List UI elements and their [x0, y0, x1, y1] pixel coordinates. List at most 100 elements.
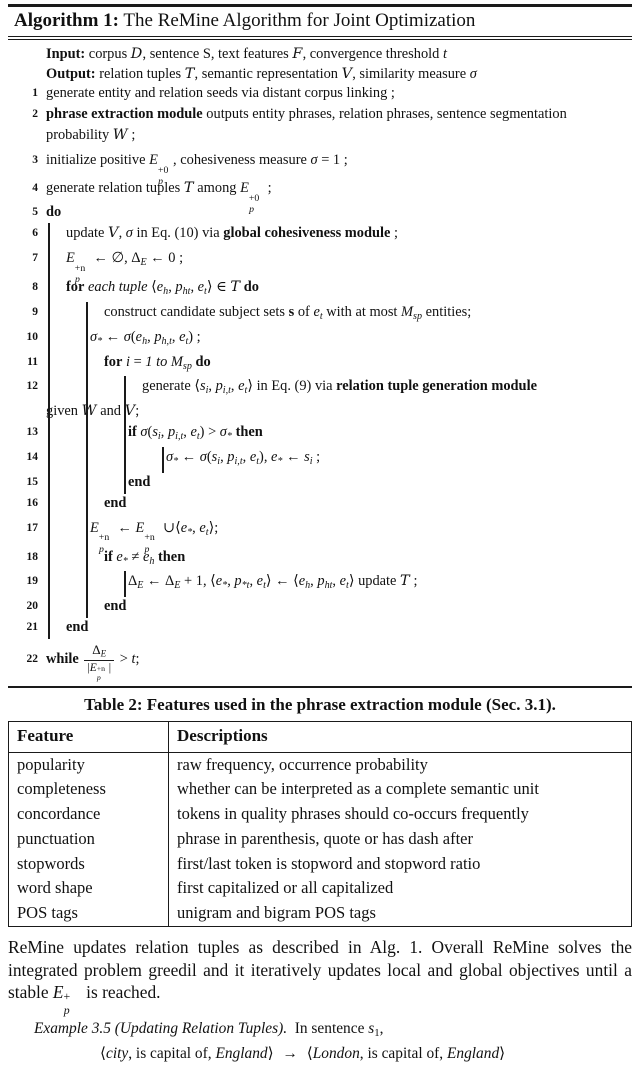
algorithm-line-5: 5 do: [8, 202, 632, 223]
line-content: update V, σ in Eq. (10) via global cohes…: [66, 225, 398, 242]
cell-feature: POS tags: [8, 901, 169, 927]
algorithm-line-21: 21 end: [8, 617, 632, 640]
table-row: completeness whether can be interpreted …: [8, 777, 632, 803]
indent-guide-3: [124, 422, 126, 448]
line-content: E +n p ← ∅, ΔE ← 0 ;: [66, 250, 184, 285]
line-content: generate ⟨si, pi,t, et⟩ in Eq. (9) via r…: [142, 378, 537, 397]
line-content: for i = 1 to Msp do: [104, 353, 211, 372]
keyword-while: while: [46, 651, 79, 668]
algorithm-line-4: 4 generate relation tuples T among E +0 p …: [8, 174, 632, 215]
indent-guide-1: [48, 471, 50, 494]
algorithm-line-12-continuation: given W and V;: [8, 401, 632, 424]
symbol-union: ∪: [163, 519, 176, 536]
indent-guide-2: [86, 301, 88, 328]
line-number: 8: [32, 281, 38, 294]
line-content: do: [8, 202, 632, 223]
comma: ,: [379, 1019, 384, 1037]
keyword-given: given: [46, 403, 78, 420]
line-number: 19: [26, 575, 39, 588]
indent-guide-1: [48, 596, 50, 619]
line-number: 2: [32, 108, 38, 121]
indent-guide-2: [86, 571, 88, 598]
keyword-for: for: [104, 353, 123, 370]
line-number: 13: [26, 426, 39, 439]
symbol-W: W: [112, 127, 128, 144]
indent-guide-1: [48, 422, 50, 448]
line-content: given W and V;: [46, 403, 140, 420]
cell-feature: concordance: [8, 802, 169, 827]
table-row: stopwords first/last token is stopword a…: [8, 851, 632, 877]
algorithm-line-10: 10 σ* ← σ(eh, ph,t, et) ;: [8, 326, 632, 353]
text-generate-relation-tuples: generate relation tuples: [46, 180, 181, 197]
algorithm-caption-number: Algorithm 1:: [14, 10, 120, 31]
algorithm-line-16: 16 end: [8, 492, 632, 515]
line-number: 18: [26, 550, 39, 563]
keyword-end: end: [104, 598, 127, 615]
keyword-update: update: [66, 225, 105, 242]
symbol-T: T: [400, 573, 410, 590]
table-2-caption: Table 2: Features used in the phrase ext…: [84, 695, 556, 715]
indent-guide-3: [124, 571, 126, 598]
line-content: if e* ≠ eh then: [104, 548, 186, 567]
symbol-W: W: [81, 403, 97, 420]
line-number: 14: [26, 450, 39, 463]
symbol-rangle: ⟩: [265, 573, 272, 590]
indent-guide-1: [48, 376, 50, 403]
keyword-among: among: [197, 180, 237, 197]
input-label: Input:: [46, 45, 86, 62]
line-content: generate relation tuples T among E +0 p ;: [46, 180, 272, 215]
keyword-in: in: [256, 378, 268, 395]
indent-guide-3: [124, 401, 126, 424]
algorithm-line-3: 3 initialize positive E +0 p, cohesiveness…: [8, 146, 632, 187]
symbol-element-of: ∈: [216, 279, 227, 296]
text-cohesiveness-measure: cohesiveness measure: [180, 152, 307, 169]
line-number: 9: [32, 305, 38, 318]
cell-feature: completeness: [8, 777, 169, 803]
indent-guide-2: [86, 376, 88, 403]
indent-guide-2: [86, 401, 88, 424]
example-text: In sentence: [294, 1019, 365, 1037]
line-number: 3: [32, 154, 38, 167]
algorithm-line-2: 2 phrase extraction module outputs entit…: [8, 104, 632, 125]
text-with-at-most: with at most: [326, 303, 398, 320]
cell-description: whether can be interpreted as a complete…: [177, 779, 539, 799]
keyword-global-cohesiveness-module: global cohesiveness module: [223, 225, 391, 242]
algorithm-line-19: 19 ΔE ← ΔE + 1, ⟨e*, p*t, et⟩ ← ⟨eh, pht…: [8, 571, 632, 598]
line-content: phrase extraction module outputs entity …: [8, 104, 632, 125]
table-row: concordance tokens in quality phrases sh…: [8, 802, 632, 827]
cell-feature: word shape: [8, 876, 169, 902]
line-content: probability W ;: [46, 127, 136, 144]
keyword-generate: generate: [142, 378, 191, 395]
keyword-update: update: [358, 573, 397, 590]
line-content: end: [8, 472, 632, 493]
symbol-delta: Δ: [92, 641, 101, 657]
indent-guide-3: [124, 471, 126, 494]
symbol-rangle: ⟩: [206, 279, 213, 296]
indent-guide-1: [48, 617, 50, 640]
line-number: 12: [26, 380, 39, 393]
keyword-then: then: [158, 548, 186, 565]
table-row: punctuation phrase in parenthesis, quote…: [8, 826, 632, 852]
keyword-in: in: [136, 225, 148, 242]
indent-guide-1: [48, 301, 50, 328]
indent-guide-1: [48, 446, 50, 473]
algorithm-caption-text: The ReMine Algorithm for Joint Optimizat…: [119, 10, 476, 31]
indent-guide-3: [124, 376, 126, 403]
keyword-end: end: [104, 494, 127, 511]
indent-guide-3: [124, 446, 126, 473]
keyword-do: do: [195, 353, 211, 370]
line-content: end: [8, 596, 632, 617]
cell-description: raw frequency, occurrence probability: [177, 754, 428, 774]
keyword-if: if: [104, 548, 113, 565]
fraction-denominator: |E +n p |: [87, 662, 112, 683]
algorithm-line-22: 22 while ΔE |E +n p | > t;: [8, 638, 632, 683]
line-number: 6: [32, 227, 38, 240]
text-entities: entities;: [425, 303, 472, 320]
cell-description: phrase in parenthesis, quote or has dash…: [177, 828, 473, 848]
line-content: σ* ← σ(eh, ph,t, et) ;: [90, 328, 201, 347]
algorithm-line-9: 9 construct candidate subject sets s of …: [8, 301, 632, 328]
indent-guide-1: [48, 351, 50, 378]
algorithm-input-line: Input: corpus D, sentence S, text featur…: [46, 45, 447, 62]
line-content: generate entity and relation seeds via d…: [46, 85, 395, 102]
symbol-assign: ←: [275, 573, 290, 590]
